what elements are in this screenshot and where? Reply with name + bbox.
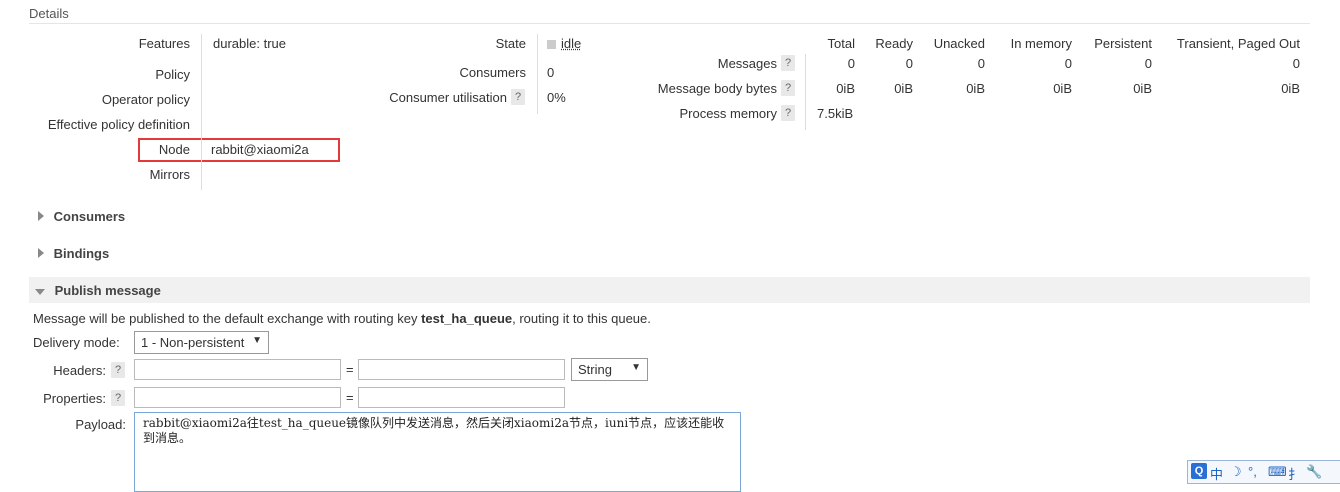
consumer-utilisation-help-icon[interactable]: ? xyxy=(511,89,525,105)
property-equals-sign: = xyxy=(346,390,354,405)
messages-transient: 0 xyxy=(1292,56,1300,71)
consumers-value: 0 xyxy=(547,65,555,80)
ime-chinese-mode-icon[interactable]: 中 xyxy=(1210,464,1223,483)
chevron-down-icon xyxy=(35,288,45,295)
bindings-section-title: Bindings xyxy=(53,246,110,261)
delivery-mode-select[interactable]: 1 - Non-persistent ▼ xyxy=(134,331,269,354)
left-column-divider xyxy=(201,34,202,190)
features-durable-value: true xyxy=(263,36,287,51)
stats-header-unacked: Unacked xyxy=(933,36,985,51)
headers-help-icon[interactable]: ? xyxy=(111,362,125,378)
payload-textarea[interactable]: rabbit@xiaomi2a往test_ha_queue镜像队列中发送消息，然… xyxy=(134,412,741,492)
messages-persistent: 0 xyxy=(1144,56,1152,71)
messages-in-memory: 0 xyxy=(1064,56,1072,71)
dropdown-arrow-icon: ▼ xyxy=(252,335,262,346)
routing-key: test_ha_queue xyxy=(421,311,513,326)
body-bytes-transient: 0iB xyxy=(1281,81,1300,96)
ime-tool-icon[interactable]: 扌 xyxy=(1288,464,1301,483)
process-memory-value: 7.5kiB xyxy=(817,106,854,121)
stats-column-divider xyxy=(805,54,806,130)
header-key-input[interactable] xyxy=(134,359,341,380)
process-memory-label: Process memory xyxy=(679,106,777,121)
messages-ready: 0 xyxy=(905,56,913,71)
headers-label: Headers: xyxy=(53,363,106,378)
messages-help-icon[interactable]: ? xyxy=(781,55,795,71)
publish-section-title: Publish message xyxy=(54,283,161,298)
effective-policy-label: Effective policy definition xyxy=(47,117,190,132)
body-bytes-unacked: 0iB xyxy=(966,81,985,96)
property-value-input[interactable] xyxy=(358,387,565,408)
state-value: idle xyxy=(547,36,581,51)
header-type-value: String xyxy=(578,362,612,377)
stats-header-ready: Ready xyxy=(875,36,913,51)
delivery-mode-value: 1 - Non-persistent xyxy=(141,335,245,350)
delivery-mode-label: Delivery mode: xyxy=(33,335,120,350)
consumer-utilisation-label: Consumer utilisation xyxy=(389,90,507,105)
policy-label: Policy xyxy=(155,67,190,82)
body-bytes-ready: 0iB xyxy=(894,81,913,96)
operator-policy-label: Operator policy xyxy=(101,92,190,107)
header-value-input[interactable] xyxy=(358,359,565,380)
features-value: durable: true xyxy=(213,36,286,51)
ime-punctuation-icon[interactable]: °, xyxy=(1248,464,1257,479)
stats-header-total: Total xyxy=(827,36,855,51)
wrench-icon[interactable]: 🔧 xyxy=(1306,464,1322,480)
keyboard-icon[interactable]: ⌨ xyxy=(1268,464,1287,480)
process-memory-help-icon[interactable]: ? xyxy=(781,105,795,121)
consumer-utilisation-value: 0% xyxy=(547,90,566,105)
stats-header-persistent: Persistent xyxy=(1094,36,1152,51)
message-body-bytes-label: Message body bytes xyxy=(657,81,777,96)
dropdown-arrow-icon: ▼ xyxy=(631,362,641,373)
features-key: durable: xyxy=(213,36,260,51)
header-equals-sign: = xyxy=(346,362,354,377)
bindings-section-toggle[interactable]: Bindings xyxy=(38,246,109,261)
messages-total: 0 xyxy=(847,56,855,71)
details-divider xyxy=(29,23,1310,24)
body-bytes-total: 0iB xyxy=(836,81,855,96)
state-text: idle xyxy=(561,36,582,51)
properties-label: Properties: xyxy=(43,391,106,406)
body-bytes-persistent: 0iB xyxy=(1133,81,1152,96)
message-body-bytes-help-icon[interactable]: ? xyxy=(781,80,795,96)
chevron-right-icon xyxy=(38,211,44,221)
ime-toolbar[interactable]: Q 中 ☽ °, ⌨ 扌 🔧 xyxy=(1187,460,1340,484)
ime-logo-icon: Q xyxy=(1191,463,1207,479)
properties-help-icon[interactable]: ? xyxy=(111,390,125,406)
stats-header-in-memory: In memory xyxy=(1010,36,1072,51)
stats-header-transient: Transient, Paged Out xyxy=(1176,36,1300,51)
property-key-input[interactable] xyxy=(134,387,341,408)
consumers-section-title: Consumers xyxy=(53,209,126,224)
consumers-label: Consumers xyxy=(459,65,526,80)
messages-unacked: 0 xyxy=(977,56,985,71)
consumers-section-toggle[interactable]: Consumers xyxy=(38,209,125,224)
publish-info-suffix: , routing it to this queue. xyxy=(512,311,651,326)
chevron-right-icon xyxy=(38,248,44,258)
payload-label: Payload: xyxy=(75,417,126,432)
ime-halfwidth-icon[interactable]: ☽ xyxy=(1230,464,1242,480)
state-label: State xyxy=(495,36,526,51)
details-section-title: Details xyxy=(29,6,69,21)
features-label: Features xyxy=(138,36,190,51)
node-highlight-box xyxy=(138,138,340,162)
middle-column-divider xyxy=(537,34,538,114)
header-type-select[interactable]: String ▼ xyxy=(571,358,648,381)
state-indicator-icon xyxy=(547,40,556,50)
mirrors-label: Mirrors xyxy=(149,167,190,182)
body-bytes-in-memory: 0iB xyxy=(1053,81,1072,96)
publish-info-prefix: Message will be published to the default… xyxy=(33,311,422,326)
publish-message-header[interactable] xyxy=(29,277,1310,303)
publish-info-text: Message will be published to the default… xyxy=(33,311,651,326)
messages-label: Messages xyxy=(717,56,777,71)
publish-section-toggle[interactable]: Publish message xyxy=(35,283,161,298)
